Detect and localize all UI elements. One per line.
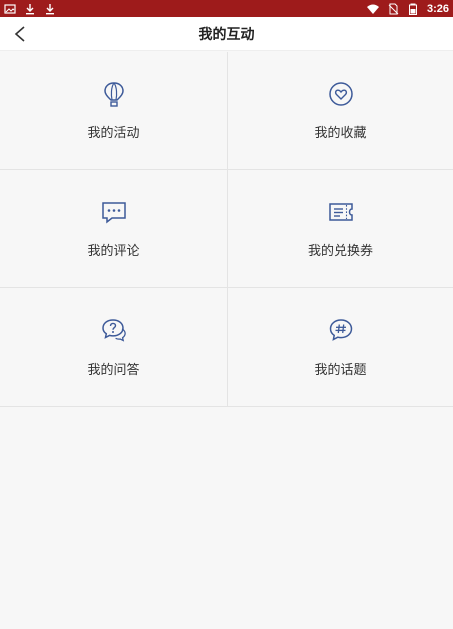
menu-item-activities[interactable]: 我的活动	[0, 52, 228, 170]
download-icon	[44, 3, 56, 15]
empty-content-area	[0, 407, 453, 629]
hot-air-balloon-icon	[100, 80, 128, 108]
hashtag-bubble-icon	[327, 317, 355, 345]
menu-item-favorites[interactable]: 我的收藏	[228, 52, 453, 170]
back-button[interactable]	[10, 24, 30, 44]
menu-item-label: 我的活动	[87, 126, 140, 141]
menu-grid: 我的活动 我的收藏 我的评论 我的兑换券 我的问答 我的话题	[0, 52, 453, 407]
no-sim-icon	[387, 3, 399, 15]
status-bar: 3:26	[0, 0, 453, 17]
menu-item-coupons[interactable]: 我的兑换券	[228, 170, 453, 288]
page-title: 我的互动	[198, 26, 255, 43]
nav-bar: 我的互动	[0, 17, 453, 51]
heart-circle-icon	[327, 80, 355, 108]
wifi-icon	[366, 3, 379, 15]
download-icon	[24, 3, 36, 15]
status-time: 3:26	[426, 2, 449, 15]
menu-item-label: 我的问答	[87, 362, 140, 378]
menu-item-qa[interactable]: 我的问答	[0, 288, 228, 406]
image-icon	[4, 3, 16, 15]
chevron-left-icon	[14, 26, 25, 42]
menu-item-label: 我的收藏	[314, 126, 367, 141]
comment-dots-icon	[100, 198, 128, 226]
coupon-icon	[327, 198, 355, 226]
battery-icon	[407, 3, 419, 15]
menu-item-label: 我的评论	[87, 244, 140, 259]
menu-item-comments[interactable]: 我的评论	[0, 170, 228, 288]
question-bubble-icon	[100, 317, 128, 345]
menu-item-label: 我的兑换券	[307, 244, 373, 259]
status-left-icons	[4, 3, 56, 15]
status-right-icons: 3:26	[366, 2, 449, 15]
menu-item-label: 我的话题	[314, 362, 367, 378]
menu-item-topics[interactable]: 我的话题	[228, 288, 453, 406]
